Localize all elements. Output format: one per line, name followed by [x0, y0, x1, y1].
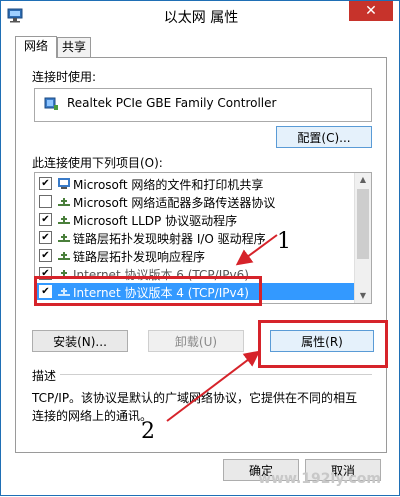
protocol-icon — [58, 216, 70, 224]
description-group: 描述 TCP/IP。该协议是默认的广域网络协议，它提供在不同的相互连接的网络上的… — [32, 367, 372, 441]
list-item[interactable]: ✔ 链路层拓扑发现响应程序 — [35, 247, 355, 264]
install-button[interactable]: 安装(N)... — [32, 330, 128, 352]
configure-button[interactable]: 配置(C)... — [276, 126, 372, 148]
item-checkbox[interactable]: ✔ — [39, 231, 52, 244]
list-item[interactable]: Microsoft 网络适配器多路传送器协议 — [35, 193, 355, 210]
annotation-number-1: 1 — [277, 229, 291, 254]
item-checkbox[interactable] — [39, 195, 52, 208]
uninstall-button[interactable]: 卸载(U) — [148, 330, 244, 352]
item-label: 链路层拓扑发现映射器 I/O 驱动程序 — [73, 232, 266, 246]
annotation-number-2: 2 — [141, 419, 155, 444]
list-scrollbar[interactable]: ▲ ▼ — [354, 173, 371, 303]
annotation-highlight-button — [258, 320, 388, 368]
item-label: 链路层拓扑发现响应程序 — [73, 250, 206, 264]
items-label: 此连接使用下列项目(O): — [32, 156, 163, 170]
tab-network[interactable]: 网络 — [15, 36, 57, 58]
network-card-icon — [44, 97, 58, 110]
description-label: 描述 — [32, 367, 61, 384]
title-bar: 以太网 属性 ✕ — [1, 1, 399, 30]
adapter-name: Realtek PCIe GBE Family Controller — [67, 96, 277, 110]
scroll-thumb[interactable] — [357, 189, 369, 259]
list-item[interactable]: ✔ Microsoft LLDP 协议驱动程序 — [35, 211, 355, 228]
description-text: TCP/IP。该协议是默认的广域网络协议，它提供在不同的相互连接的网络上的通讯。 — [32, 391, 358, 423]
window-title: 以太网 属性 — [163, 10, 239, 26]
protocol-icon — [58, 234, 70, 242]
item-checkbox[interactable]: ✔ — [39, 249, 52, 262]
connect-using-label: 连接时使用: — [32, 70, 97, 84]
annotation-highlight-item — [34, 276, 262, 306]
list-item[interactable]: ✔ 链路层拓扑发现映射器 I/O 驱动程序 — [35, 229, 355, 246]
item-label: Microsoft 网络适配器多路传送器协议 — [73, 196, 276, 210]
item-checkbox[interactable]: ✔ — [39, 213, 52, 226]
item-label: Microsoft 网络的文件和打印机共享 — [73, 178, 264, 192]
protocol-icon — [58, 252, 70, 260]
network-tab-panel: 连接时使用: Realtek PCIe GBE Family Controlle… — [15, 57, 388, 453]
scroll-down-arrow-icon[interactable]: ▼ — [355, 289, 371, 303]
adapter-box: Realtek PCIe GBE Family Controller — [34, 88, 372, 122]
scroll-up-arrow-icon[interactable]: ▲ — [355, 173, 371, 187]
share-icon — [58, 178, 70, 189]
watermark: www.192ly.com — [258, 471, 381, 487]
list-item[interactable]: ✔ Microsoft 网络的文件和打印机共享 — [35, 175, 355, 192]
item-checkbox[interactable]: ✔ — [39, 177, 52, 190]
item-label: Microsoft LLDP 协议驱动程序 — [73, 214, 238, 228]
properties-window: 以太网 属性 ✕ 网络 共享 连接时使用: Realtek PCIe GBE F… — [0, 0, 400, 496]
tab-sharing[interactable]: 共享 — [57, 37, 91, 57]
close-button[interactable]: ✕ — [349, 1, 393, 21]
protocol-icon — [58, 198, 70, 206]
